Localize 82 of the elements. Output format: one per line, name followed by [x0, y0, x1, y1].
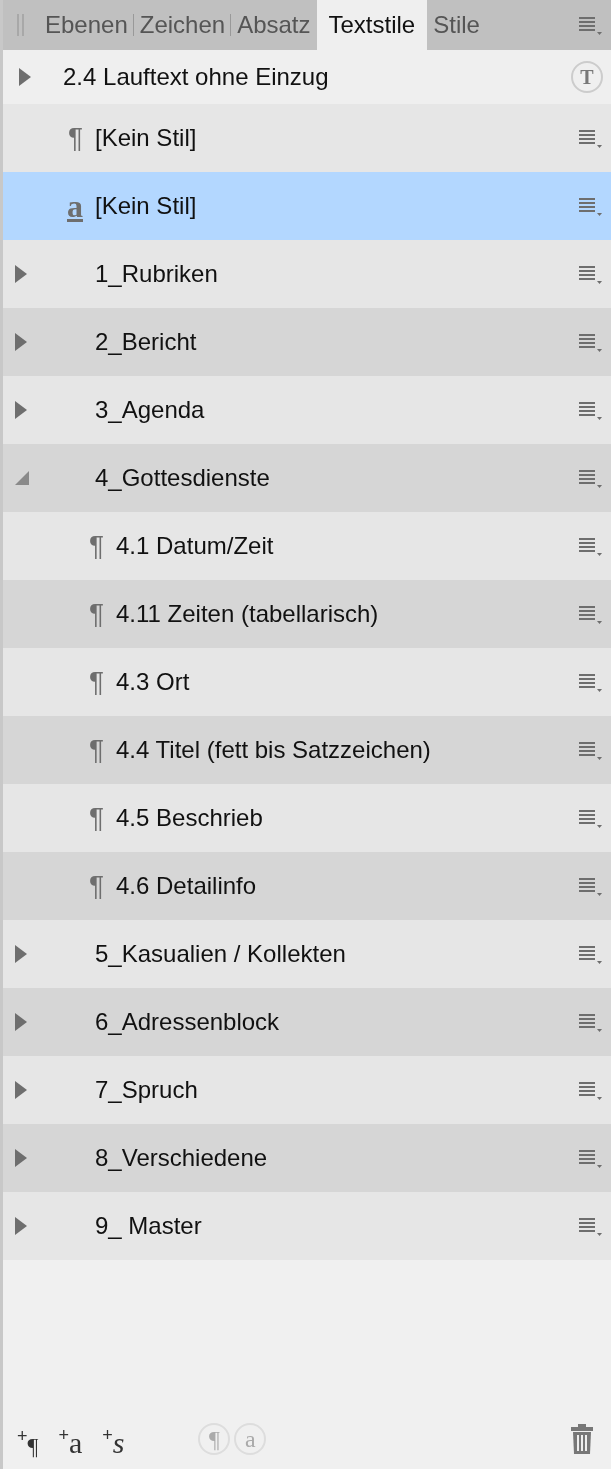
row-menu-icon[interactable] [577, 875, 605, 897]
row-menu-icon[interactable] [577, 127, 605, 149]
style-row[interactable]: 8_Verschiedene [3, 1124, 611, 1192]
panel-menu-icon[interactable] [577, 14, 605, 36]
row-menu-icon[interactable] [577, 399, 605, 421]
new-style-button[interactable]: $^{+}$a [54, 1420, 87, 1458]
row-menu-icon[interactable] [577, 467, 605, 489]
style-row[interactable]: 9_ Master [3, 1192, 611, 1260]
row-menu-icon[interactable] [577, 739, 605, 761]
style-name: 1_Rubriken [95, 260, 218, 288]
trash-icon[interactable] [571, 1424, 593, 1454]
expand-arrow-icon[interactable] [15, 1013, 27, 1031]
row-menu-icon[interactable] [577, 195, 605, 217]
row-menu-icon[interactable] [577, 263, 605, 285]
style-name: 4.5 Beschrieb [116, 804, 263, 832]
style-name: 4_Gottesdienste [95, 464, 270, 492]
style-row[interactable]: 4_Gottesdienste [3, 444, 611, 512]
row-menu-icon[interactable] [577, 1147, 605, 1169]
row-menu-icon[interactable] [577, 331, 605, 353]
style-name: 2_Bericht [95, 328, 197, 356]
row-menu-icon[interactable] [577, 943, 605, 965]
style-name: 6_Adressenblock [95, 1008, 280, 1036]
style-row[interactable]: ¶ 4.11 Zeiten (tabellarisch) [3, 580, 611, 648]
style-row[interactable]: 5_Kasualien / Kollekten [3, 920, 611, 988]
current-style-name: 2.4 Lauftext ohne Einzug [63, 63, 330, 91]
panel-tab[interactable]: Textstile [316, 0, 428, 50]
character-style-icon: a [67, 187, 83, 225]
style-name: [Kein Stil] [95, 124, 197, 152]
style-row[interactable]: 1_Rubriken [3, 240, 611, 308]
paragraph-style-icon: ¶ [88, 530, 104, 562]
row-menu-icon[interactable] [577, 807, 605, 829]
style-row[interactable]: ¶ 4.4 Titel (fett bis Satzzeichen) [3, 716, 611, 784]
style-row[interactable]: ¶ 4.3 Ort [3, 648, 611, 716]
text-style-icon[interactable]: T [571, 61, 603, 93]
style-row[interactable]: a [Kein Stil] [3, 172, 611, 240]
style-name: 4.3 Ort [116, 668, 190, 696]
panel-tab[interactable]: Absatz [231, 0, 317, 50]
style-row[interactable]: 3_Agenda [3, 376, 611, 444]
style-name: [Kein Stil] [95, 192, 197, 220]
style-name: 4.4 Titel (fett bis Satzzeichen) [116, 736, 431, 764]
new-style-button[interactable]: $^{+}$¶ [13, 1420, 43, 1458]
panel-tab[interactable]: Zeichen [133, 0, 232, 50]
style-name: 4.11 Zeiten (tabellarisch) [116, 600, 379, 628]
style-row[interactable]: ¶ 4.1 Datum/Zeit [3, 512, 611, 580]
expand-arrow-icon[interactable] [15, 945, 27, 963]
paragraph-style-icon: ¶ [67, 122, 83, 154]
paragraph-style-icon: ¶ [88, 870, 104, 902]
expand-arrow-icon[interactable] [15, 1217, 27, 1235]
paragraph-style-icon: ¶ [88, 666, 104, 698]
paragraph-style-icon: ¶ [88, 802, 104, 834]
style-name: 5_Kasualien / Kollekten [95, 940, 346, 968]
style-name: 8_Verschiedene [95, 1144, 268, 1172]
expand-arrow-icon[interactable] [15, 333, 27, 351]
expand-arrow-icon[interactable] [15, 401, 27, 419]
style-name: 3_Agenda [95, 396, 205, 424]
row-menu-icon[interactable] [577, 603, 605, 625]
new-style-button[interactable]: $^{+}$s [98, 1420, 129, 1458]
expand-arrow-icon[interactable] [15, 1081, 27, 1099]
row-menu-icon[interactable] [577, 1011, 605, 1033]
collapse-arrow-icon[interactable] [15, 471, 29, 485]
style-name: 4.6 Detailinfo [116, 872, 257, 900]
panel-tab[interactable]: Ebenen [39, 0, 134, 50]
paragraph-style-icon: ¶ [88, 734, 104, 766]
row-menu-icon[interactable] [577, 1079, 605, 1101]
expand-arrow-icon[interactable] [15, 265, 27, 283]
row-menu-icon[interactable] [577, 1215, 605, 1237]
style-row[interactable]: 6_Adressenblock [3, 988, 611, 1056]
style-row[interactable]: 7_Spruch [3, 1056, 611, 1124]
style-name: 9_ Master [95, 1212, 202, 1240]
grip-icon[interactable] [17, 14, 25, 36]
style-row[interactable]: ¶ 4.6 Detailinfo [3, 852, 611, 920]
expand-arrow-icon[interactable] [15, 1149, 27, 1167]
row-menu-icon[interactable] [577, 671, 605, 693]
style-row[interactable]: ¶ [Kein Stil] [3, 104, 611, 172]
panel-tab[interactable]: Stile [427, 0, 486, 50]
expand-arrow-icon[interactable] [19, 68, 31, 86]
style-name: 4.1 Datum/Zeit [116, 532, 274, 560]
row-menu-icon[interactable] [577, 535, 605, 557]
style-row[interactable]: ¶ 4.5 Beschrieb [3, 784, 611, 852]
style-row[interactable]: 2_Bericht [3, 308, 611, 376]
style-name: 7_Spruch [95, 1076, 198, 1104]
paragraph-style-icon: ¶ [88, 598, 104, 630]
